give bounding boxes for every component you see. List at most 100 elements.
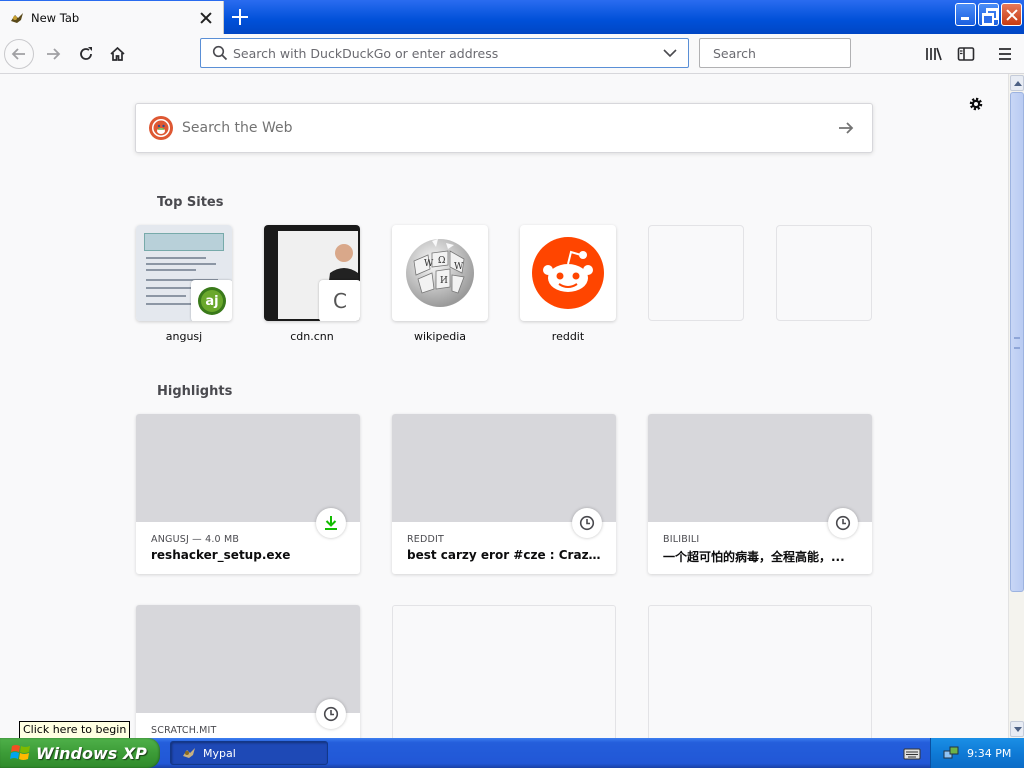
reload-button[interactable] bbox=[71, 39, 101, 69]
sidebar-button[interactable] bbox=[951, 39, 981, 69]
taskbar-item-mypal[interactable]: Mypal bbox=[170, 741, 328, 765]
svg-text:Ω: Ω bbox=[438, 256, 445, 266]
customize-button[interactable] bbox=[965, 93, 987, 115]
mypal-icon bbox=[183, 748, 195, 758]
scroll-thumb[interactable] bbox=[1010, 92, 1024, 592]
badge-text: aj bbox=[205, 293, 219, 309]
url-dropdown-button[interactable] bbox=[658, 41, 682, 65]
highlight-card[interactable]: SCRATCH.MIT bbox=[136, 605, 360, 738]
clock-icon bbox=[323, 706, 339, 722]
highlight-card[interactable]: BILIBILI 一个超可怕的病毒，全程高能，... bbox=[648, 414, 872, 574]
svg-text:W: W bbox=[424, 259, 434, 269]
highlight-type-badge bbox=[572, 508, 602, 538]
reload-icon bbox=[80, 47, 92, 60]
web-search-go-button[interactable] bbox=[834, 116, 858, 140]
highlight-type-badge bbox=[316, 699, 346, 729]
url-bar[interactable] bbox=[200, 38, 689, 68]
reddit-logo-icon bbox=[532, 237, 604, 309]
tab-strip: New Tab bbox=[0, 0, 1024, 34]
search-bar[interactable] bbox=[699, 38, 869, 68]
close-window-button[interactable] bbox=[1001, 3, 1022, 26]
back-button[interactable] bbox=[4, 39, 34, 69]
site-thumbnail: aj bbox=[136, 225, 232, 321]
minimize-button[interactable] bbox=[955, 3, 976, 26]
site-thumbnail: W Ω И W bbox=[392, 225, 488, 321]
sidebar-icon bbox=[957, 47, 975, 61]
site-badge: C bbox=[319, 280, 360, 321]
site-label: reddit bbox=[551, 330, 585, 343]
menu-button[interactable] bbox=[990, 39, 1020, 69]
top-site-empty-slot[interactable] bbox=[776, 225, 872, 330]
site-label: wikipedia bbox=[413, 330, 466, 343]
forward-arrow-icon bbox=[47, 48, 61, 60]
highlight-thumbnail bbox=[136, 605, 360, 713]
search-icon bbox=[212, 45, 228, 61]
highlight-empty-slot bbox=[648, 605, 872, 738]
navigation-toolbar bbox=[0, 34, 1024, 74]
url-input[interactable] bbox=[233, 45, 658, 61]
windows-flag-icon bbox=[10, 745, 30, 760]
gear-icon bbox=[969, 97, 983, 111]
tab-new-tab[interactable]: New Tab bbox=[0, 1, 224, 34]
hamburger-menu-icon bbox=[999, 48, 1011, 60]
empty-tile bbox=[648, 225, 744, 321]
system-tray: 9:34 PM bbox=[930, 738, 1024, 768]
top-site-reddit[interactable]: reddit bbox=[520, 225, 616, 343]
taskbar-item-label: Mypal bbox=[203, 746, 236, 760]
new-tab-plus-icon[interactable] bbox=[230, 7, 250, 27]
scroll-up-button[interactable] bbox=[1010, 75, 1024, 91]
home-icon bbox=[109, 46, 125, 61]
highlight-empty-slot bbox=[392, 605, 616, 738]
highlight-source: BILIBILI bbox=[663, 534, 700, 545]
site-thumbnail: C bbox=[264, 225, 360, 321]
forward-button[interactable] bbox=[38, 39, 68, 69]
top-site-empty-slot[interactable] bbox=[648, 225, 744, 330]
highlight-thumbnail bbox=[392, 414, 616, 522]
highlight-card[interactable]: ANGUSJ — 4.0 MB reshacker_setup.exe bbox=[136, 414, 360, 574]
highlight-source: REDDIT bbox=[407, 534, 445, 545]
mypal-favicon-icon bbox=[11, 12, 23, 23]
site-thumbnail bbox=[520, 225, 616, 321]
top-site-cnn[interactable]: C cdn.cnn bbox=[264, 225, 360, 343]
highlights-heading[interactable]: Highlights bbox=[157, 384, 232, 399]
network-icon[interactable] bbox=[943, 745, 959, 761]
wikipedia-globe-icon: W Ω И W bbox=[406, 239, 474, 307]
keyboard-icon[interactable] bbox=[903, 745, 921, 761]
new-tab-page: Top Sites aj angusj C bbox=[0, 74, 1008, 738]
tab-close-icon[interactable] bbox=[199, 11, 213, 25]
back-arrow-icon bbox=[11, 48, 25, 60]
search-input[interactable] bbox=[713, 45, 869, 61]
top-site-wikipedia[interactable]: W Ω И W wikipedia bbox=[392, 225, 488, 343]
scroll-down-button[interactable] bbox=[1010, 721, 1024, 737]
home-button[interactable] bbox=[102, 39, 132, 69]
arrow-right-icon bbox=[839, 122, 854, 134]
highlight-source: ANGUSJ — 4.0 MB bbox=[151, 534, 240, 545]
highlight-thumbnail bbox=[648, 414, 872, 522]
badge-text: C bbox=[333, 289, 347, 313]
highlight-type-badge bbox=[828, 508, 858, 538]
top-sites-heading[interactable]: Top Sites bbox=[157, 195, 224, 210]
start-label: Windows XP bbox=[36, 743, 147, 763]
site-badge: aj bbox=[191, 280, 232, 321]
clock-icon bbox=[835, 515, 851, 531]
top-site-angusj[interactable]: aj angusj bbox=[136, 225, 232, 343]
site-label: angusj bbox=[165, 330, 203, 343]
library-button[interactable] bbox=[919, 39, 949, 69]
highlight-type-badge bbox=[316, 508, 346, 538]
svg-text:И: И bbox=[440, 276, 448, 286]
svg-text:W: W bbox=[454, 262, 464, 272]
library-icon bbox=[926, 47, 942, 61]
web-search-input[interactable] bbox=[182, 120, 834, 136]
site-label: cdn.cnn bbox=[290, 330, 334, 343]
highlight-title: reshacker_setup.exe bbox=[151, 548, 291, 562]
highlight-title: 一个超可怕的病毒，全程高能，... bbox=[663, 550, 845, 564]
clock[interactable]: 9:34 PM bbox=[967, 747, 1011, 760]
highlight-card[interactable]: REDDIT best carzy eror #cze : CrazyError bbox=[392, 414, 616, 574]
start-button[interactable]: Windows XP bbox=[0, 738, 160, 768]
highlight-thumbnail bbox=[136, 414, 360, 522]
restore-button[interactable] bbox=[978, 3, 999, 26]
vertical-scrollbar[interactable] bbox=[1008, 74, 1024, 738]
empty-tile bbox=[776, 225, 872, 321]
tab-title: New Tab bbox=[31, 10, 80, 25]
web-search-box[interactable] bbox=[135, 103, 873, 153]
